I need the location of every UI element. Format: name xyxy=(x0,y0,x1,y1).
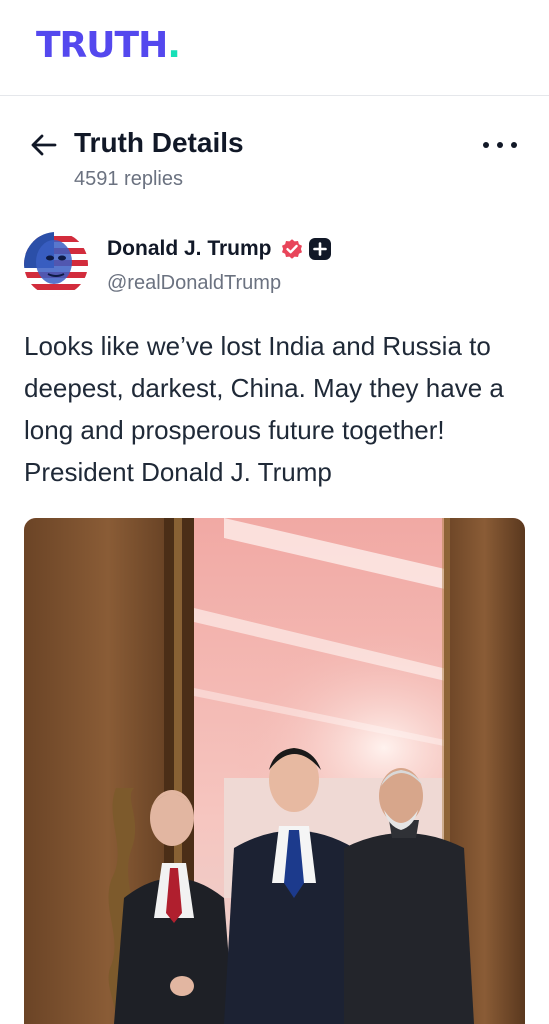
truth-logo[interactable]: TRUTH. xyxy=(36,25,181,66)
back-button[interactable] xyxy=(26,128,60,162)
author-badges xyxy=(280,237,332,261)
photo-three-leaders-walking xyxy=(24,518,525,1024)
verified-badge-icon xyxy=(282,239,302,259)
page-title: Truth Details xyxy=(74,127,244,158)
logo-text: TRUTH xyxy=(36,25,168,66)
arrow-left-icon xyxy=(31,134,57,156)
author-handle[interactable]: @realDonaldTrump xyxy=(107,271,281,295)
avatar[interactable] xyxy=(24,232,88,296)
author-name[interactable]: Donald J. Trump xyxy=(107,236,272,262)
user-avatar-flag-portrait xyxy=(24,232,88,296)
post-text: Looks like we’ve lost India and Russia t… xyxy=(24,331,504,487)
more-options-button[interactable] xyxy=(483,132,517,158)
more-horizontal-icon xyxy=(483,142,489,148)
post-author: Donald J. Trump @realDonaldTrump xyxy=(24,232,524,300)
reply-count: 4591 replies xyxy=(74,168,183,190)
plus-badge-icon xyxy=(309,238,331,260)
top-bar: TRUTH. xyxy=(0,0,549,96)
logo-dot: . xyxy=(167,25,181,66)
post-media-photo[interactable] xyxy=(24,518,525,1024)
page-header: Truth Details 4591 replies xyxy=(0,120,549,200)
